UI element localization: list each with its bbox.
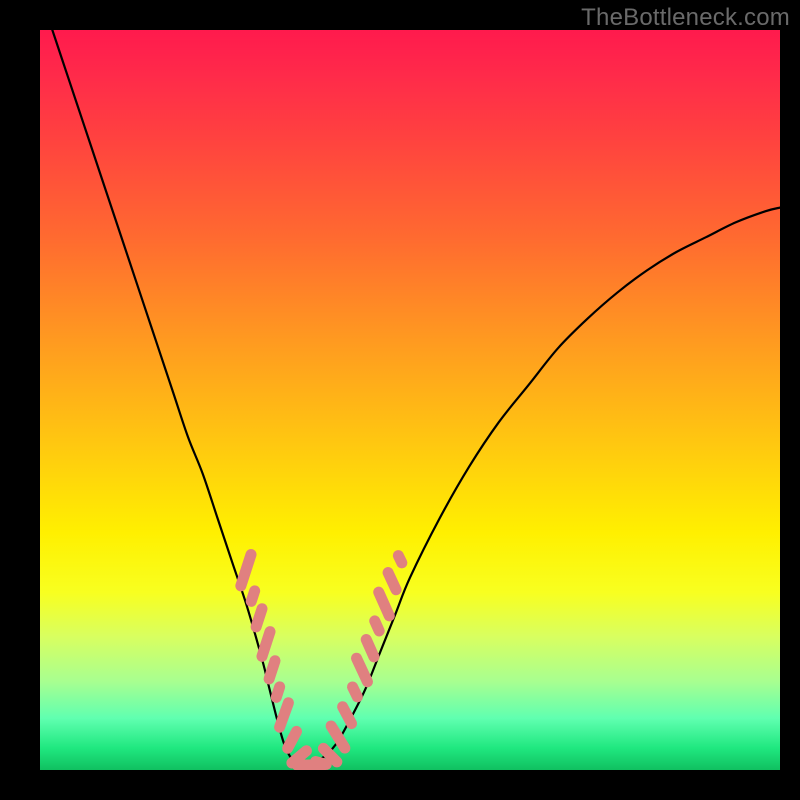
plot-area	[40, 30, 780, 770]
watermark-text: TheBottleneck.com	[581, 4, 790, 32]
chart-frame: TheBottleneck.com	[0, 0, 800, 800]
bottleneck-curve	[40, 30, 780, 770]
